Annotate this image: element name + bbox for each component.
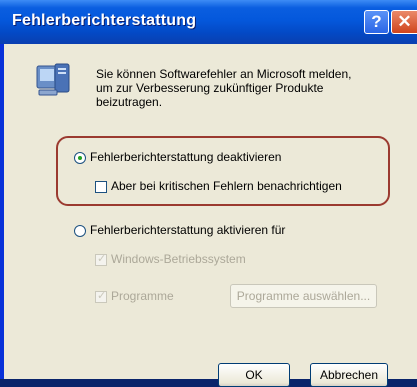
notify-critical-label[interactable]: Aber bei kritischen Fehlern benachrichti… xyxy=(111,179,342,193)
choose-programs-button[interactable]: Programme auswählen... xyxy=(230,284,377,308)
windows-os-label[interactable]: Windows-Betriebssystem xyxy=(111,252,246,266)
ok-button[interactable]: OK xyxy=(218,363,290,387)
dialog-body: Sie können Softwarefehler an Microsoft m… xyxy=(4,44,417,387)
disable-reporting-label[interactable]: Fehlerberichterstattung deaktivieren xyxy=(90,150,281,164)
disable-reporting-radio[interactable] xyxy=(74,152,86,164)
enable-reporting-label[interactable]: Fehlerberichterstattung aktivieren für xyxy=(90,223,285,237)
highlight-ring xyxy=(56,136,390,206)
windows-os-checkbox[interactable] xyxy=(95,252,107,266)
title-bar[interactable]: Fehlerberichterstattung ? ✕ xyxy=(0,0,417,44)
notify-critical-checkbox[interactable] xyxy=(95,181,107,193)
info-message: Sie können Softwarefehler an Microsoft m… xyxy=(96,67,352,109)
cancel-button[interactable]: Abbrechen xyxy=(310,363,388,387)
error-reporting-dialog: Fehlerberichterstattung ? ✕ Sie können S… xyxy=(0,0,417,387)
help-button[interactable]: ? xyxy=(364,10,389,34)
programs-label[interactable]: Programme xyxy=(111,289,174,303)
programs-checkbox[interactable] xyxy=(95,289,107,303)
window-title: Fehlerberichterstattung xyxy=(12,12,197,29)
computer-icon xyxy=(36,63,70,96)
close-button[interactable]: ✕ xyxy=(391,10,417,34)
enable-reporting-radio[interactable] xyxy=(74,225,86,237)
